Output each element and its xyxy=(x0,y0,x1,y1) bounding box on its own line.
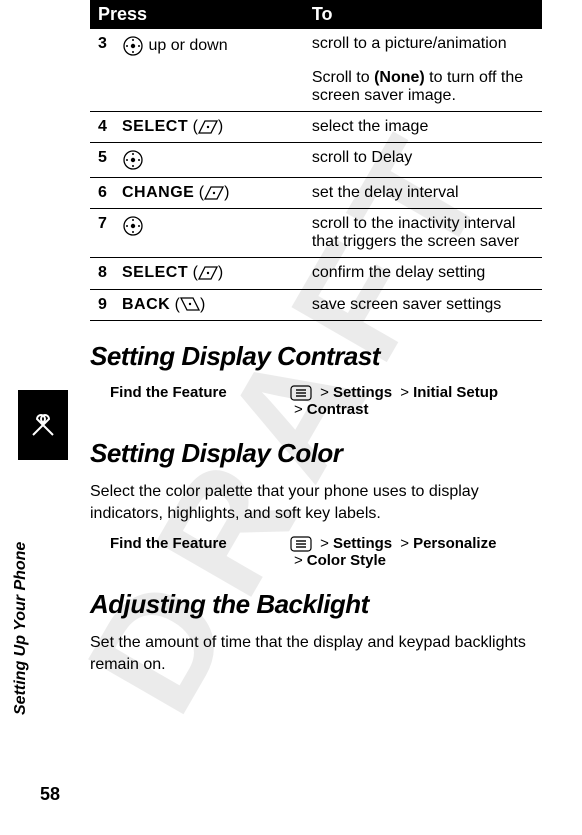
path-seg: Settings xyxy=(333,384,392,401)
gt: > xyxy=(294,401,303,418)
nav-path: >Settings >Personalize >Color Style xyxy=(290,535,496,570)
path-seg: Initial Setup xyxy=(413,384,498,401)
table-row: 6 CHANGE () set the delay interval xyxy=(90,178,542,209)
step-number: 5 xyxy=(90,143,114,178)
right-softkey-icon xyxy=(204,184,224,202)
table-row: 7 scroll to the inactivity interval that… xyxy=(90,209,542,258)
step-number xyxy=(90,63,114,112)
nav-key-icon xyxy=(122,149,144,171)
step-number: 7 xyxy=(90,209,114,258)
table-header-row: Press To xyxy=(90,0,542,29)
to-cell: scroll to Delay xyxy=(304,143,542,178)
right-softkey-icon xyxy=(198,264,218,282)
press-cell: SELECT () xyxy=(114,112,304,143)
menu-key-icon xyxy=(290,535,312,552)
table-row: 9 BACK () save screen saver settings xyxy=(90,289,542,320)
softkey-label: CHANGE xyxy=(122,184,194,201)
press-cell xyxy=(114,209,304,258)
table-row: 4 SELECT () select the image xyxy=(90,112,542,143)
page-number: 58 xyxy=(40,784,60,805)
step-number: 8 xyxy=(90,258,114,289)
to-cell: set the delay interval xyxy=(304,178,542,209)
to-cell: select the image xyxy=(304,112,542,143)
nav-key-icon xyxy=(122,215,144,237)
press-cell xyxy=(114,143,304,178)
find-feature-label: Find the Feature xyxy=(110,535,290,570)
gt: > xyxy=(294,552,303,569)
to-bold: (None) xyxy=(374,69,425,86)
to-text: Scroll to xyxy=(312,69,374,86)
step-number: 3 xyxy=(90,29,114,63)
to-cell: Scroll to (None) to turn off the screen … xyxy=(304,63,542,112)
softkey-label: SELECT xyxy=(122,265,188,282)
left-softkey-icon xyxy=(180,296,200,314)
step-number: 6 xyxy=(90,178,114,209)
heading-backlight: Adjusting the Backlight xyxy=(90,589,542,620)
press-cell: up or down xyxy=(114,29,304,63)
press-cell xyxy=(114,63,304,112)
softkey-label: SELECT xyxy=(122,118,188,135)
nav-path: >Settings >Initial Setup >Contrast xyxy=(290,384,498,419)
heading-color: Setting Display Color xyxy=(90,438,542,469)
step-number: 4 xyxy=(90,112,114,143)
body-color: Select the color palette that your phone… xyxy=(90,481,542,524)
table-row: 3 up or down scroll to a picture/animati… xyxy=(90,29,542,63)
table-row: Scroll to (None) to turn off the screen … xyxy=(90,63,542,112)
press-cell: SELECT () xyxy=(114,258,304,289)
gt: > xyxy=(320,535,329,552)
menu-key-icon xyxy=(290,384,312,401)
gt: > xyxy=(320,384,329,401)
to-cell: scroll to the inactivity interval that t… xyxy=(304,209,542,258)
table-row: 5 scroll to Delay xyxy=(90,143,542,178)
table-row: 8 SELECT () confirm the delay setting xyxy=(90,258,542,289)
nav-key-icon xyxy=(122,35,144,57)
steps-table: Press To 3 up or down scroll to a pictur… xyxy=(90,0,542,321)
gt: > xyxy=(400,535,409,552)
to-cell: confirm the delay setting xyxy=(304,258,542,289)
path-seg: Personalize xyxy=(413,535,496,552)
find-feature-color: Find the Feature >Settings >Personalize … xyxy=(110,535,542,570)
right-softkey-icon xyxy=(198,118,218,136)
heading-contrast: Setting Display Contrast xyxy=(90,341,542,372)
path-seg: Contrast xyxy=(307,401,369,418)
press-text: up or down xyxy=(148,37,227,54)
to-cell: scroll to a picture/animation xyxy=(304,29,542,63)
find-feature-label: Find the Feature xyxy=(110,384,290,419)
gt: > xyxy=(400,384,409,401)
softkey-label: BACK xyxy=(122,296,170,313)
path-seg: Color Style xyxy=(307,552,386,569)
col-press: Press xyxy=(90,0,304,29)
press-cell: CHANGE () xyxy=(114,178,304,209)
body-backlight: Set the amount of time that the display … xyxy=(90,632,542,675)
step-number: 9 xyxy=(90,289,114,320)
press-cell: BACK () xyxy=(114,289,304,320)
to-cell: save screen saver settings xyxy=(304,289,542,320)
col-to: To xyxy=(304,0,542,29)
find-feature-contrast: Find the Feature >Settings >Initial Setu… xyxy=(110,384,542,419)
path-seg: Settings xyxy=(333,535,392,552)
